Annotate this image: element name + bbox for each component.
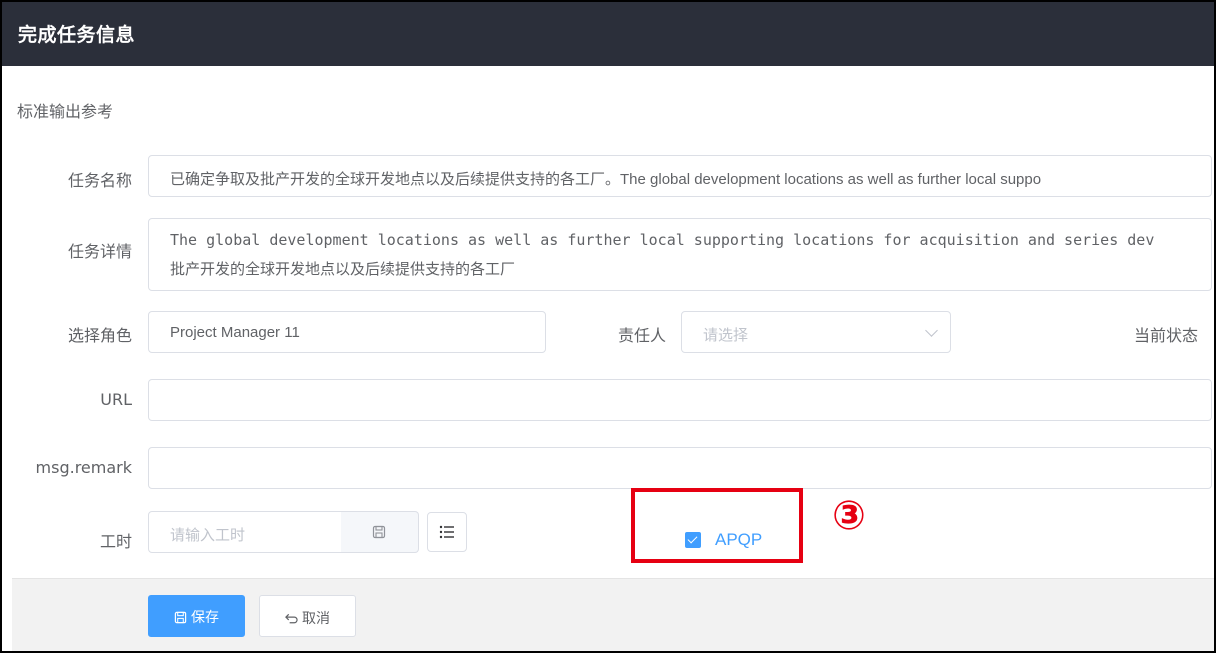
hours-input[interactable]: 请输入工时 (148, 511, 342, 553)
owner-select[interactable]: 请选择 (681, 311, 951, 353)
url-label: URL (100, 390, 132, 409)
url-input[interactable] (148, 379, 1212, 421)
save-button-label: 保存 (191, 610, 219, 626)
task-detail-line-1: The global development locations as well… (170, 231, 1155, 249)
remark-label: msg.remark (35, 458, 132, 477)
dialog-header: 完成任务信息 (2, 2, 1214, 66)
list-button[interactable] (427, 512, 467, 552)
section-label: 标准输出参考 (17, 102, 114, 121)
hours-placeholder: 请输入工时 (170, 527, 246, 544)
save-icon (372, 525, 386, 539)
task-detail-label: 任务详情 (67, 242, 132, 261)
hours-label: 工时 (99, 532, 132, 551)
status-label: 当前状态 (1133, 326, 1198, 345)
dialog-title: 完成任务信息 (18, 24, 136, 46)
task-detail-textarea[interactable]: The global development locations as well… (148, 218, 1212, 291)
hours-save-button[interactable] (341, 511, 419, 553)
step-marker: ③ (832, 493, 866, 539)
save-button[interactable]: 保存 (148, 595, 245, 637)
undo-icon (285, 613, 298, 624)
task-name-label: 任务名称 (67, 171, 132, 190)
role-value: Project Manager 11 (170, 324, 300, 341)
dialog: 完成任务信息 标准输出参考 任务名称 已确定争取及批产开发的全球开发地点以及后续… (0, 0, 1216, 653)
task-name-value: 已确定争取及批产开发的全球开发地点以及后续提供支持的各工厂。The global… (170, 171, 1042, 188)
save-icon (174, 611, 187, 624)
apqp-checkbox[interactable] (685, 532, 701, 548)
cancel-button-label: 取消 (302, 611, 330, 627)
remark-input[interactable] (148, 447, 1212, 489)
role-input[interactable]: Project Manager 11 (148, 311, 546, 353)
task-detail-line-2: 批产开发的全球开发地点以及后续提供支持的各工厂 (170, 260, 516, 278)
dialog-footer: 保存 取消 (12, 578, 1214, 651)
highlight-box: APQP (631, 488, 803, 563)
task-name-input[interactable]: 已确定争取及批产开发的全球开发地点以及后续提供支持的各工厂。The global… (148, 155, 1212, 197)
list-icon (439, 525, 454, 539)
cancel-button[interactable]: 取消 (259, 595, 356, 637)
chevron-down-icon (925, 324, 938, 337)
owner-label: 责任人 (617, 326, 666, 345)
apqp-label[interactable]: APQP (715, 530, 762, 550)
owner-placeholder: 请选择 (703, 327, 749, 344)
role-label: 选择角色 (67, 326, 132, 345)
